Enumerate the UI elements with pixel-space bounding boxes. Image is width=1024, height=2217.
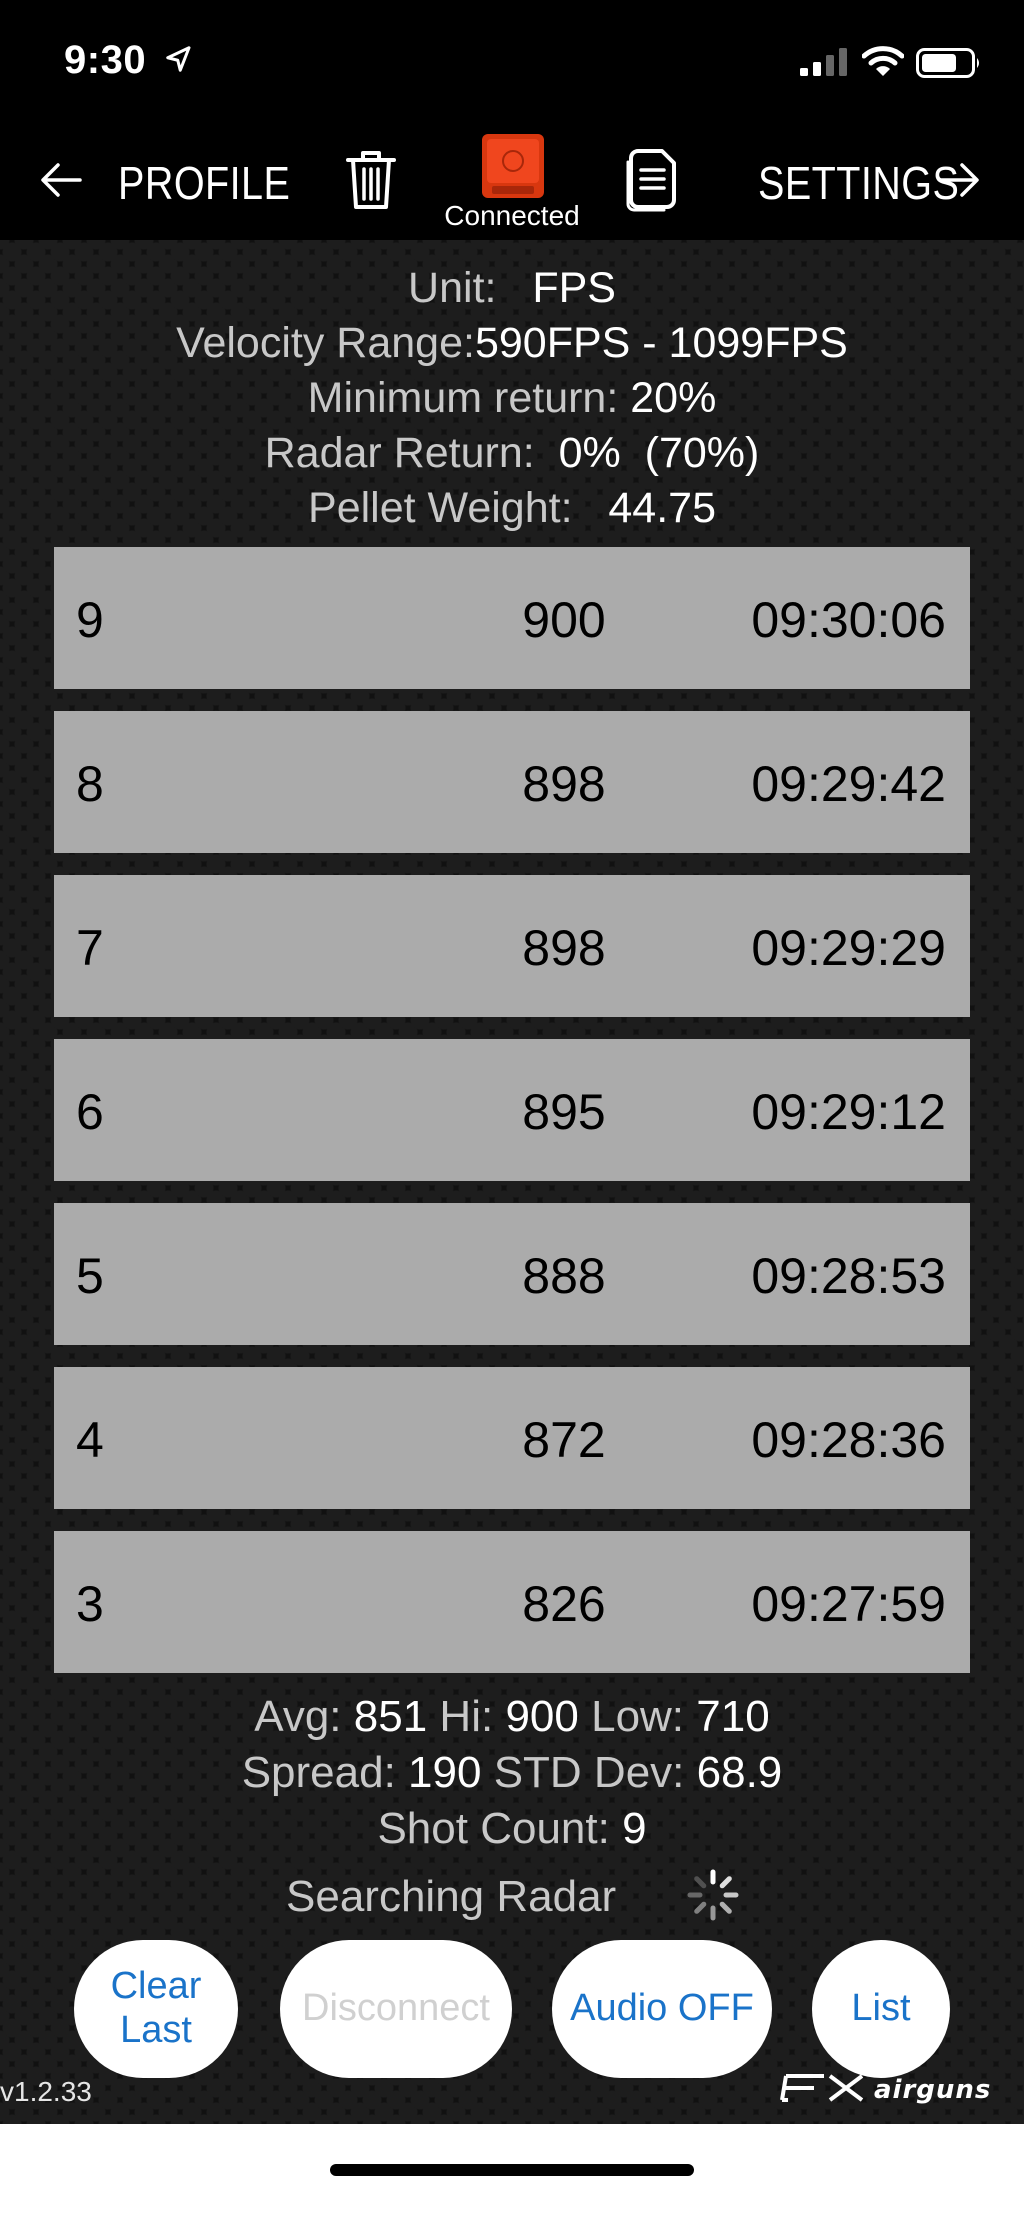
shot-number: 6 — [76, 1084, 104, 1140]
hi-value: 900 — [505, 1692, 579, 1741]
avg-value: 851 — [353, 1692, 428, 1741]
pellet-weight-line: Pellet Weight: 44.75 — [0, 484, 1024, 533]
wifi-icon — [862, 46, 904, 76]
shot-row[interactable]: 4 872 09:28:36 — [54, 1367, 970, 1509]
shot-row[interactable]: 6 895 09:29:12 — [54, 1039, 970, 1181]
version-label: v1.2.33 — [0, 2076, 92, 2107]
shot-row[interactable]: 3 826 09:27:59 — [54, 1531, 970, 1673]
shot-number: 4 — [76, 1412, 104, 1468]
shot-number: 8 — [76, 756, 104, 812]
document-icon[interactable] — [624, 148, 678, 212]
min-return-value: 20% — [630, 374, 717, 422]
spread-value: 190 — [408, 1748, 482, 1797]
status-time: 9:30 — [64, 38, 147, 82]
shot-velocity: 826 — [522, 1576, 606, 1632]
shot-time: 09:29:12 — [751, 1084, 946, 1140]
avg-label: Avg: — [254, 1692, 342, 1741]
settings-nav-button[interactable]: SETTINGS — [758, 156, 959, 210]
min-return-line: Minimum return: 20% — [0, 374, 1024, 423]
signal-icon — [800, 48, 847, 76]
unit-line: Unit: FPS — [0, 264, 1024, 313]
shot-count-label: Shot Count: — [377, 1804, 610, 1853]
profile-nav-button[interactable]: PROFILE — [118, 156, 290, 210]
shot-time: 09:30:06 — [751, 592, 946, 648]
fx-airguns-logo: airguns — [780, 2074, 991, 2105]
shot-velocity: 888 — [522, 1248, 606, 1304]
pellet-weight-value: 44.75 — [608, 484, 716, 532]
shot-time: 09:29:29 — [751, 920, 946, 976]
min-return-label: Minimum return: — [307, 374, 619, 422]
radar-return-label: Radar Return: — [264, 429, 535, 477]
status-bar: 9:30 — [0, 0, 1024, 120]
spinner-icon — [687, 1869, 739, 1921]
home-indicator[interactable] — [330, 2164, 694, 2176]
shot-velocity: 872 — [522, 1412, 606, 1468]
low-label: Low: — [591, 1692, 685, 1741]
shot-number: 9 — [76, 592, 104, 648]
shot-number: 3 — [76, 1576, 104, 1632]
shot-velocity: 895 — [522, 1084, 606, 1140]
shot-row[interactable]: 9 900 09:30:06 — [54, 547, 970, 689]
shot-time: 09:28:53 — [751, 1248, 946, 1304]
shot-time: 09:27:59 — [751, 1576, 946, 1632]
nav-bar: PROFILE Connected SETTINGS — [0, 120, 1024, 240]
shot-time: 09:29:42 — [751, 756, 946, 812]
spread-label: Spread: — [241, 1748, 396, 1797]
main-content: Unit: FPS Velocity Range:590FPS - 1099FP… — [0, 240, 1024, 2124]
forward-arrow-icon[interactable] — [938, 160, 982, 200]
velocity-range-line: Velocity Range:590FPS - 1099FPS — [0, 319, 1024, 368]
std-dev-label: STD Dev: — [493, 1748, 685, 1797]
back-arrow-icon[interactable] — [40, 160, 82, 200]
shot-velocity: 900 — [522, 592, 606, 648]
shot-row[interactable]: 8 898 09:29:42 — [54, 711, 970, 853]
radar-device-icon[interactable] — [478, 132, 548, 202]
shot-velocity: 898 — [522, 920, 606, 976]
velocity-range-value: 590FPS - 1099FPS — [474, 319, 848, 367]
radar-return-value: 0% (70%) — [558, 429, 760, 477]
clear-last-button[interactable]: Clear Last — [74, 1940, 238, 2078]
list-button[interactable]: List — [812, 1940, 950, 2078]
connection-status: Connected — [444, 200, 580, 231]
home-indicator-area — [0, 2124, 1024, 2217]
pellet-weight-label: Pellet Weight: — [308, 484, 573, 532]
shot-time: 09:28:36 — [751, 1412, 946, 1468]
unit-label: Unit: — [408, 264, 497, 312]
svg-text:airguns: airguns — [874, 2075, 991, 2105]
disconnect-button[interactable]: Disconnect — [280, 1940, 512, 2078]
clear-last-line2: Last — [120, 2009, 192, 2051]
shot-count-value: 9 — [622, 1804, 647, 1853]
avg-hi-low-line: Avg: 851 Hi: 900 Low: 710 — [0, 1692, 1024, 1742]
clear-last-line1: Clear — [110, 1965, 202, 2008]
shot-row[interactable]: 5 888 09:28:53 — [54, 1203, 970, 1345]
location-arrow-icon — [166, 46, 191, 72]
std-dev-value: 68.9 — [696, 1748, 783, 1797]
trash-icon[interactable] — [344, 148, 398, 212]
low-value: 710 — [696, 1692, 770, 1741]
hi-label: Hi: — [439, 1692, 494, 1741]
shot-count-line: Shot Count: 9 — [0, 1804, 1024, 1854]
audio-toggle-button[interactable]: Audio OFF — [552, 1940, 772, 2078]
battery-icon — [916, 48, 979, 78]
shot-number: 5 — [76, 1248, 104, 1304]
unit-value: FPS — [532, 264, 616, 312]
shot-number: 7 — [76, 920, 104, 976]
shot-velocity: 898 — [522, 756, 606, 812]
radar-return-line: Radar Return: 0% (70%) — [0, 429, 1024, 478]
searching-radar-text: Searching Radar — [286, 1872, 617, 1921]
shot-row[interactable]: 7 898 09:29:29 — [54, 875, 970, 1017]
spread-std-line: Spread: 190 STD Dev: 68.9 — [0, 1748, 1024, 1798]
velocity-range-label: Velocity Range: — [176, 319, 475, 367]
